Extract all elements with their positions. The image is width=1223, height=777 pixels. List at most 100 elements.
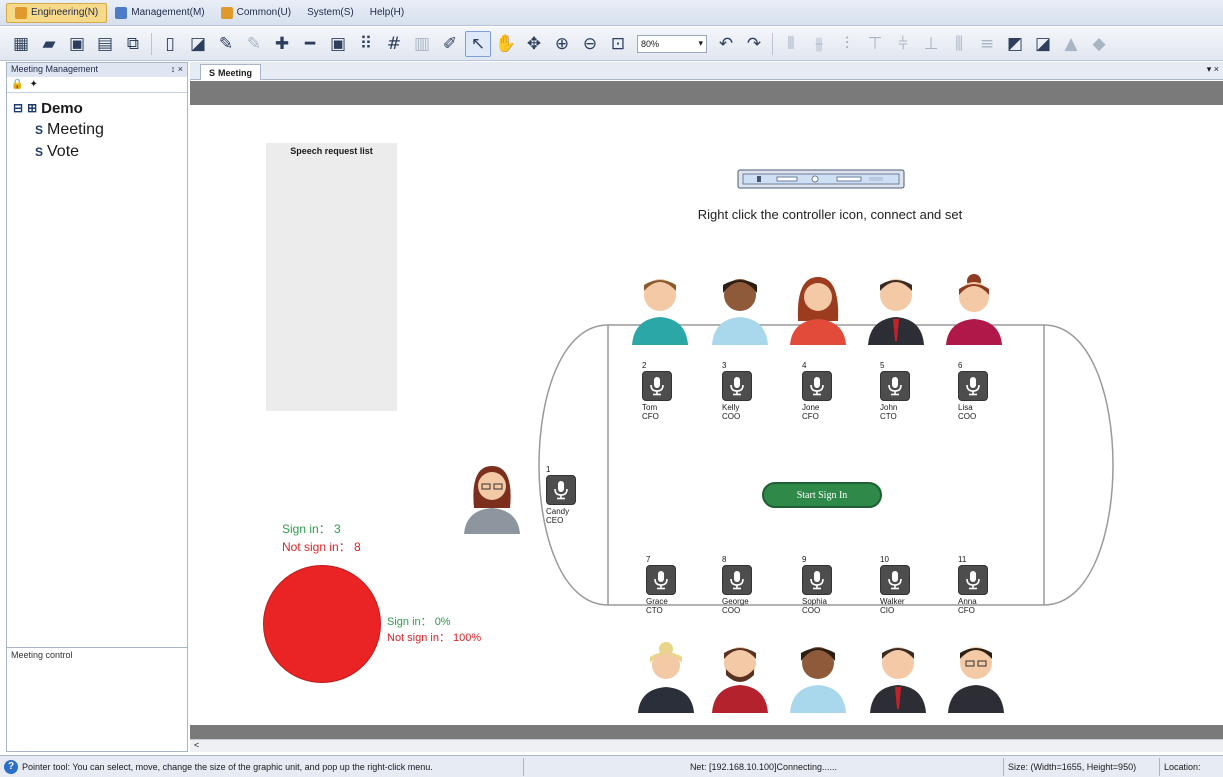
menu-engineering[interactable]: Engineering(N)	[6, 2, 108, 23]
tree-item-vote[interactable]: S Vote	[13, 141, 181, 163]
seat-6[interactable]: 6 Lisa COO	[958, 361, 1032, 421]
open-folder-icon[interactable]: ▰	[36, 31, 62, 57]
microphone-icon[interactable]	[880, 371, 910, 401]
menu-system-label: System(S)	[307, 7, 354, 18]
scroll-left-icon[interactable]: <	[194, 740, 199, 750]
new-page-icon[interactable]: ▯	[157, 31, 183, 57]
align-right-icon[interactable]: ⫶	[834, 31, 860, 57]
seat-7[interactable]: 7 Grace CTO	[646, 555, 720, 615]
pointer-icon[interactable]: ↖	[465, 30, 491, 57]
status-location: Location:	[1160, 758, 1223, 776]
microphone-icon[interactable]	[880, 565, 910, 595]
microphone-icon[interactable]	[722, 565, 752, 595]
align-middle-icon[interactable]: ⫩	[890, 31, 916, 57]
menu-common[interactable]: Common(U)	[213, 3, 299, 23]
microphone-icon[interactable]	[722, 371, 752, 401]
align-bottom-icon[interactable]: ⊥	[918, 31, 944, 57]
layer-down-icon[interactable]: ◆	[1086, 31, 1112, 57]
microphone-icon[interactable]	[646, 565, 676, 595]
seat-11[interactable]: 11 Anna CFO	[958, 555, 1032, 615]
avatar	[462, 460, 522, 534]
grid-icon[interactable]: ⠿	[353, 31, 379, 57]
horizontal-scrollbar[interactable]: <	[190, 739, 1223, 752]
mesh-icon[interactable]: #	[381, 31, 407, 57]
brush-disabled-icon[interactable]: ✎	[241, 31, 267, 57]
zoom-in-icon[interactable]: ⊕	[549, 31, 575, 57]
microphone-icon[interactable]	[958, 371, 988, 401]
delegate-name: Candy	[546, 507, 570, 516]
new-item-icon[interactable]: ✦	[29, 79, 37, 90]
seat-10[interactable]: 10 Walker CIO	[880, 555, 954, 615]
layer-up-icon[interactable]: ▲	[1058, 31, 1084, 57]
tree-item-label: Vote	[47, 143, 80, 160]
seat-number: 4	[802, 361, 807, 370]
horizontal-line-icon[interactable]: ━	[297, 31, 323, 57]
tree-item-meeting[interactable]: S Meeting	[13, 119, 181, 141]
add-line-icon[interactable]: ✚	[269, 31, 295, 57]
brush-icon[interactable]: ✎	[213, 31, 239, 57]
seat-number: 10	[880, 555, 889, 564]
delegate-name: Tom	[642, 403, 658, 412]
zoom-out-icon[interactable]: ⊖	[577, 31, 603, 57]
microphone-icon[interactable]	[802, 371, 832, 401]
menu-management[interactable]: Management(M)	[107, 3, 212, 23]
align-left-icon[interactable]: ⫴	[778, 31, 804, 57]
panel-pin-close-icon[interactable]: ↕ ×	[171, 64, 183, 76]
delegate-name: Grace	[646, 597, 668, 606]
seat-8[interactable]: 8 George COO	[722, 555, 796, 615]
save-as-icon[interactable]: ▤	[92, 31, 118, 57]
microphone-icon[interactable]	[546, 475, 576, 505]
save-icon[interactable]: ▣	[64, 31, 90, 57]
panel-title: Meeting Management	[11, 64, 99, 74]
tree-root-demo[interactable]: ⊟ ⊞ Demo	[13, 97, 181, 119]
grid-view-icon[interactable]: ▦	[8, 31, 34, 57]
bring-front-icon[interactable]: ◩	[1002, 31, 1028, 57]
pie-sign-in-label: Sign in： 0%	[387, 616, 451, 628]
avatar	[944, 271, 1004, 345]
export-icon[interactable]: ◪	[185, 31, 211, 57]
image-icon[interactable]: ▣	[325, 31, 351, 57]
microphone-icon[interactable]	[958, 565, 988, 595]
tab-menu-icon[interactable]: ▾ ×	[1207, 64, 1219, 75]
seat-3[interactable]: 3 Kelly COO	[722, 361, 796, 421]
seat-number: 8	[722, 555, 727, 564]
avatar	[946, 639, 1006, 713]
move-icon[interactable]: ✥	[521, 31, 547, 57]
meeting-canvas[interactable]: Speech request list Right click the cont…	[190, 105, 1223, 725]
bar-chart-icon[interactable]: ▥	[409, 31, 435, 57]
menu-system[interactable]: System(S)	[299, 3, 362, 23]
tab-meeting[interactable]: S Meeting	[200, 64, 262, 80]
microphone-icon[interactable]	[802, 565, 832, 595]
zoom-select[interactable]: 80% ▾	[637, 34, 707, 53]
copy-icon[interactable]: ⧉	[120, 31, 146, 57]
pie-legend: Sign in： 0% Not sign in： 100%	[387, 614, 481, 646]
status-bar: ? Pointer tool: You can select, move, ch…	[0, 755, 1223, 777]
hand-icon[interactable]: ✋	[493, 31, 519, 57]
delegate-name: Jone	[802, 403, 820, 412]
pen-icon[interactable]: ✐	[437, 31, 463, 57]
distribute-h-icon[interactable]: ⫼	[946, 31, 972, 57]
avatar	[636, 639, 696, 713]
delegate-name: Lisa	[958, 403, 973, 412]
toolbar-separator	[772, 32, 773, 55]
send-back-icon[interactable]: ◪	[1030, 31, 1056, 57]
delegate-role: COO	[722, 412, 741, 421]
collapse-icon[interactable]: ⊟	[13, 101, 23, 115]
start-sign-in-button[interactable]: Start Sign In	[762, 482, 882, 508]
delegate-role: COO	[802, 606, 821, 615]
distribute-v-icon[interactable]: ≡	[974, 31, 1000, 57]
redo-icon[interactable]: ↷	[741, 31, 767, 57]
seat-9[interactable]: 9 Sophia COO	[802, 555, 876, 615]
lock-icon[interactable]: 🔒	[11, 79, 23, 90]
seat-5[interactable]: 5 John CTO	[880, 361, 954, 421]
align-top-icon[interactable]: ⊤	[862, 31, 888, 57]
seat-1[interactable]: 1 Candy CEO	[546, 465, 620, 525]
align-center-icon[interactable]: ⫵	[806, 31, 832, 57]
undo-icon[interactable]: ↶	[713, 31, 739, 57]
menu-help[interactable]: Help(H)	[362, 3, 412, 23]
microphone-icon[interactable]	[642, 371, 672, 401]
seat-4[interactable]: 4 Jone CFO	[802, 361, 876, 421]
seat-2[interactable]: 2 Tom CFO	[642, 361, 716, 421]
controller-device-icon[interactable]	[737, 167, 905, 191]
zoom-fit-icon[interactable]: ⊡	[605, 31, 631, 57]
